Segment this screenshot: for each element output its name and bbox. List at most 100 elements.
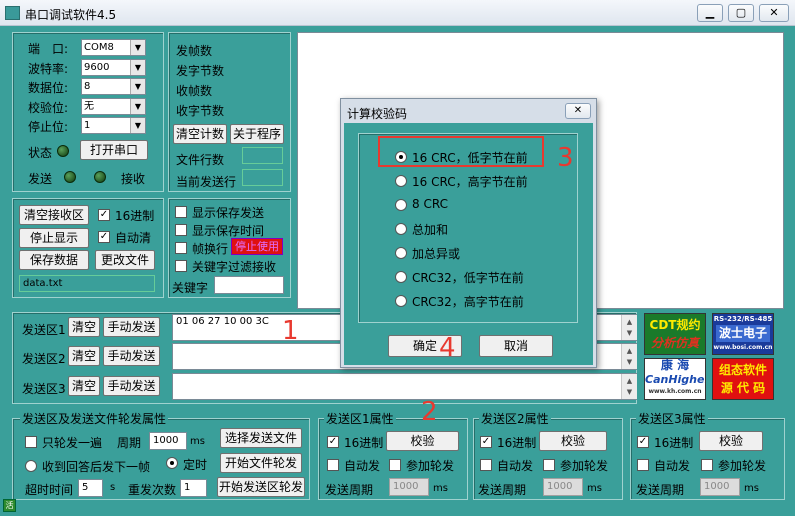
area1-join-rotate-checkbox[interactable] bbox=[389, 459, 401, 471]
option-crc16-high-radio[interactable] bbox=[395, 175, 407, 187]
dialog-close-icon[interactable]: ✕ bbox=[565, 103, 591, 119]
stop-display-button[interactable]: 停止显示 bbox=[19, 228, 89, 248]
ad-config-line1: 组态软件 bbox=[718, 363, 767, 377]
recv-hex-checkbox[interactable]: ✓ bbox=[98, 209, 110, 221]
port-select[interactable]: COM8 ▼ bbox=[81, 39, 146, 56]
option-sum-radio[interactable] bbox=[395, 223, 407, 235]
rotate-props-title: 发送区及发送文件轮发属性 bbox=[20, 410, 169, 427]
send-area-2-clear-button[interactable]: 清空 bbox=[68, 346, 100, 366]
area3-join-rotate-checkbox[interactable] bbox=[701, 459, 713, 471]
show-save-time-checkbox[interactable] bbox=[175, 224, 187, 236]
timeout-input[interactable]: 5 bbox=[78, 479, 103, 497]
area3-hex-checkbox[interactable]: ✓ bbox=[637, 436, 649, 448]
chevron-down-icon[interactable]: ▼ bbox=[130, 40, 145, 55]
clear-recv-button[interactable]: 清空接收区 bbox=[19, 205, 89, 225]
chevron-down-icon[interactable]: ▼ bbox=[130, 60, 145, 75]
auto-clear-label: 自动清 bbox=[115, 231, 152, 245]
ad-kanghai-line3: www.kh.com.cn bbox=[648, 388, 702, 395]
ad-cdt-line2: 分析仿真 bbox=[650, 336, 699, 350]
baud-select[interactable]: 9600 ▼ bbox=[81, 59, 146, 76]
option-sum-xor-radio[interactable] bbox=[395, 247, 407, 259]
save-data-button[interactable]: 保存数据 bbox=[19, 250, 89, 270]
option-crc8-radio[interactable] bbox=[395, 199, 407, 211]
start-area-rotate-button[interactable]: 开始发送区轮发 bbox=[217, 477, 305, 497]
stopbits-label: 停止位: bbox=[28, 120, 69, 134]
area2-period-label: 发送周期 bbox=[478, 483, 527, 497]
title-bar[interactable]: 串口调试软件4.5 ▁ ▢ ✕ bbox=[0, 0, 795, 26]
area3-period-unit: ms bbox=[744, 483, 759, 494]
keyword-filter-checkbox[interactable] bbox=[175, 260, 187, 272]
send-area-2-manual-button[interactable]: 手动发送 bbox=[103, 346, 160, 366]
area3-checksum-button[interactable]: 校验 bbox=[699, 431, 763, 451]
dialog-title: 计算校验码 bbox=[347, 107, 408, 121]
frame-wrap-checkbox[interactable] bbox=[175, 242, 187, 254]
option-crc32-high-radio[interactable] bbox=[395, 295, 407, 307]
chevron-down-icon[interactable]: ▼ bbox=[130, 79, 145, 94]
close-button[interactable]: ✕ bbox=[759, 4, 789, 22]
option-crc8-label: 8 CRC bbox=[412, 197, 448, 211]
resend-input[interactable]: 1 bbox=[180, 479, 207, 497]
send-area-3-input[interactable] bbox=[172, 373, 637, 400]
area3-auto-send-checkbox[interactable] bbox=[637, 459, 649, 471]
stop-using-badge[interactable]: 停止使用 bbox=[231, 238, 283, 255]
area1-auto-send-checkbox[interactable] bbox=[327, 459, 339, 471]
show-save-send-checkbox[interactable] bbox=[175, 206, 187, 218]
area3-period-label: 发送周期 bbox=[636, 483, 685, 497]
current-line-label: 当前发送行 bbox=[176, 175, 237, 189]
app-icon bbox=[5, 6, 20, 20]
area1-period-input[interactable]: 1000 bbox=[389, 478, 429, 496]
frame-wrap-label: 帧换行 bbox=[192, 242, 229, 256]
ad-cdt-line1: CDT规约 bbox=[649, 318, 701, 332]
area1-hex-checkbox[interactable]: ✓ bbox=[327, 436, 339, 448]
send-area-1-scrollbar[interactable]: ▲ ▼ bbox=[621, 315, 637, 340]
minimize-button[interactable]: ▁ bbox=[697, 4, 723, 22]
area3-period-input[interactable]: 1000 bbox=[700, 478, 740, 496]
rotate-period-input[interactable]: 1000 bbox=[149, 432, 187, 450]
ad-cdt[interactable]: CDT规约分析仿真 bbox=[644, 313, 706, 355]
timed-radio[interactable] bbox=[166, 457, 178, 469]
ad-kanghai[interactable]: 康 海 CanHigher www.kh.com.cn bbox=[644, 358, 706, 400]
area2-period-input[interactable]: 1000 bbox=[543, 478, 583, 496]
area2-hex-checkbox[interactable]: ✓ bbox=[480, 436, 492, 448]
send-area-1-clear-button[interactable]: 清空 bbox=[68, 317, 100, 337]
option-crc32-low-label: CRC32，低字节在前 bbox=[412, 271, 524, 285]
auto-clear-checkbox[interactable]: ✓ bbox=[98, 231, 110, 243]
scroll-down-icon[interactable]: ▼ bbox=[622, 355, 637, 369]
scroll-down-icon[interactable]: ▼ bbox=[622, 326, 637, 340]
option-crc32-low-radio[interactable] bbox=[395, 271, 407, 283]
file-name-field[interactable]: data.txt bbox=[19, 275, 155, 292]
send-indicator-label: 发送 bbox=[28, 172, 53, 186]
send-area-3-scrollbar[interactable]: ▲ ▼ bbox=[621, 374, 637, 399]
area1-checksum-button[interactable]: 校验 bbox=[386, 431, 459, 451]
only-once-checkbox[interactable] bbox=[25, 436, 37, 448]
send-area-3-clear-button[interactable]: 清空 bbox=[68, 376, 100, 396]
area2-join-rotate-checkbox[interactable] bbox=[543, 459, 555, 471]
keyword-input[interactable] bbox=[214, 276, 284, 294]
current-line-value bbox=[242, 169, 283, 186]
ad-bosi-line3: www.bosi.com.cn bbox=[713, 344, 773, 351]
databits-select[interactable]: 8 ▼ bbox=[81, 78, 146, 95]
area2-checksum-button[interactable]: 校验 bbox=[539, 431, 607, 451]
select-send-file-button[interactable]: 选择发送文件 bbox=[220, 428, 302, 448]
change-file-button[interactable]: 更改文件 bbox=[95, 250, 155, 270]
stopbits-select[interactable]: 1 ▼ bbox=[81, 117, 146, 134]
after-reply-radio[interactable] bbox=[25, 460, 37, 472]
send-area-1-manual-button[interactable]: 手动发送 bbox=[103, 317, 160, 337]
ad-bosi[interactable]: RS-232/RS-485 波士电子 www.bosi.com.cn bbox=[712, 313, 774, 355]
maximize-button[interactable]: ▢ bbox=[728, 4, 754, 22]
parity-select[interactable]: 无 ▼ bbox=[81, 98, 146, 115]
start-file-rotate-button[interactable]: 开始文件轮发 bbox=[220, 453, 302, 473]
dialog-cancel-button[interactable]: 取消 bbox=[479, 335, 553, 357]
send-area-2-scrollbar[interactable]: ▲ ▼ bbox=[621, 344, 637, 369]
chevron-down-icon[interactable]: ▼ bbox=[130, 99, 145, 114]
clear-counter-button[interactable]: 清空计数 bbox=[173, 124, 227, 144]
rotate-period-unit: ms bbox=[190, 436, 205, 447]
scroll-down-icon[interactable]: ▼ bbox=[622, 385, 637, 399]
about-button[interactable]: 关于程序 bbox=[230, 124, 284, 144]
open-port-button[interactable]: 打开串口 bbox=[80, 140, 148, 160]
ad-config-software[interactable]: 组态软件源 代 码 bbox=[712, 358, 774, 400]
after-reply-label: 收到回答后发下一帧 bbox=[42, 460, 151, 474]
send-area-3-manual-button[interactable]: 手动发送 bbox=[103, 376, 160, 396]
chevron-down-icon[interactable]: ▼ bbox=[130, 118, 145, 133]
area2-auto-send-checkbox[interactable] bbox=[480, 459, 492, 471]
